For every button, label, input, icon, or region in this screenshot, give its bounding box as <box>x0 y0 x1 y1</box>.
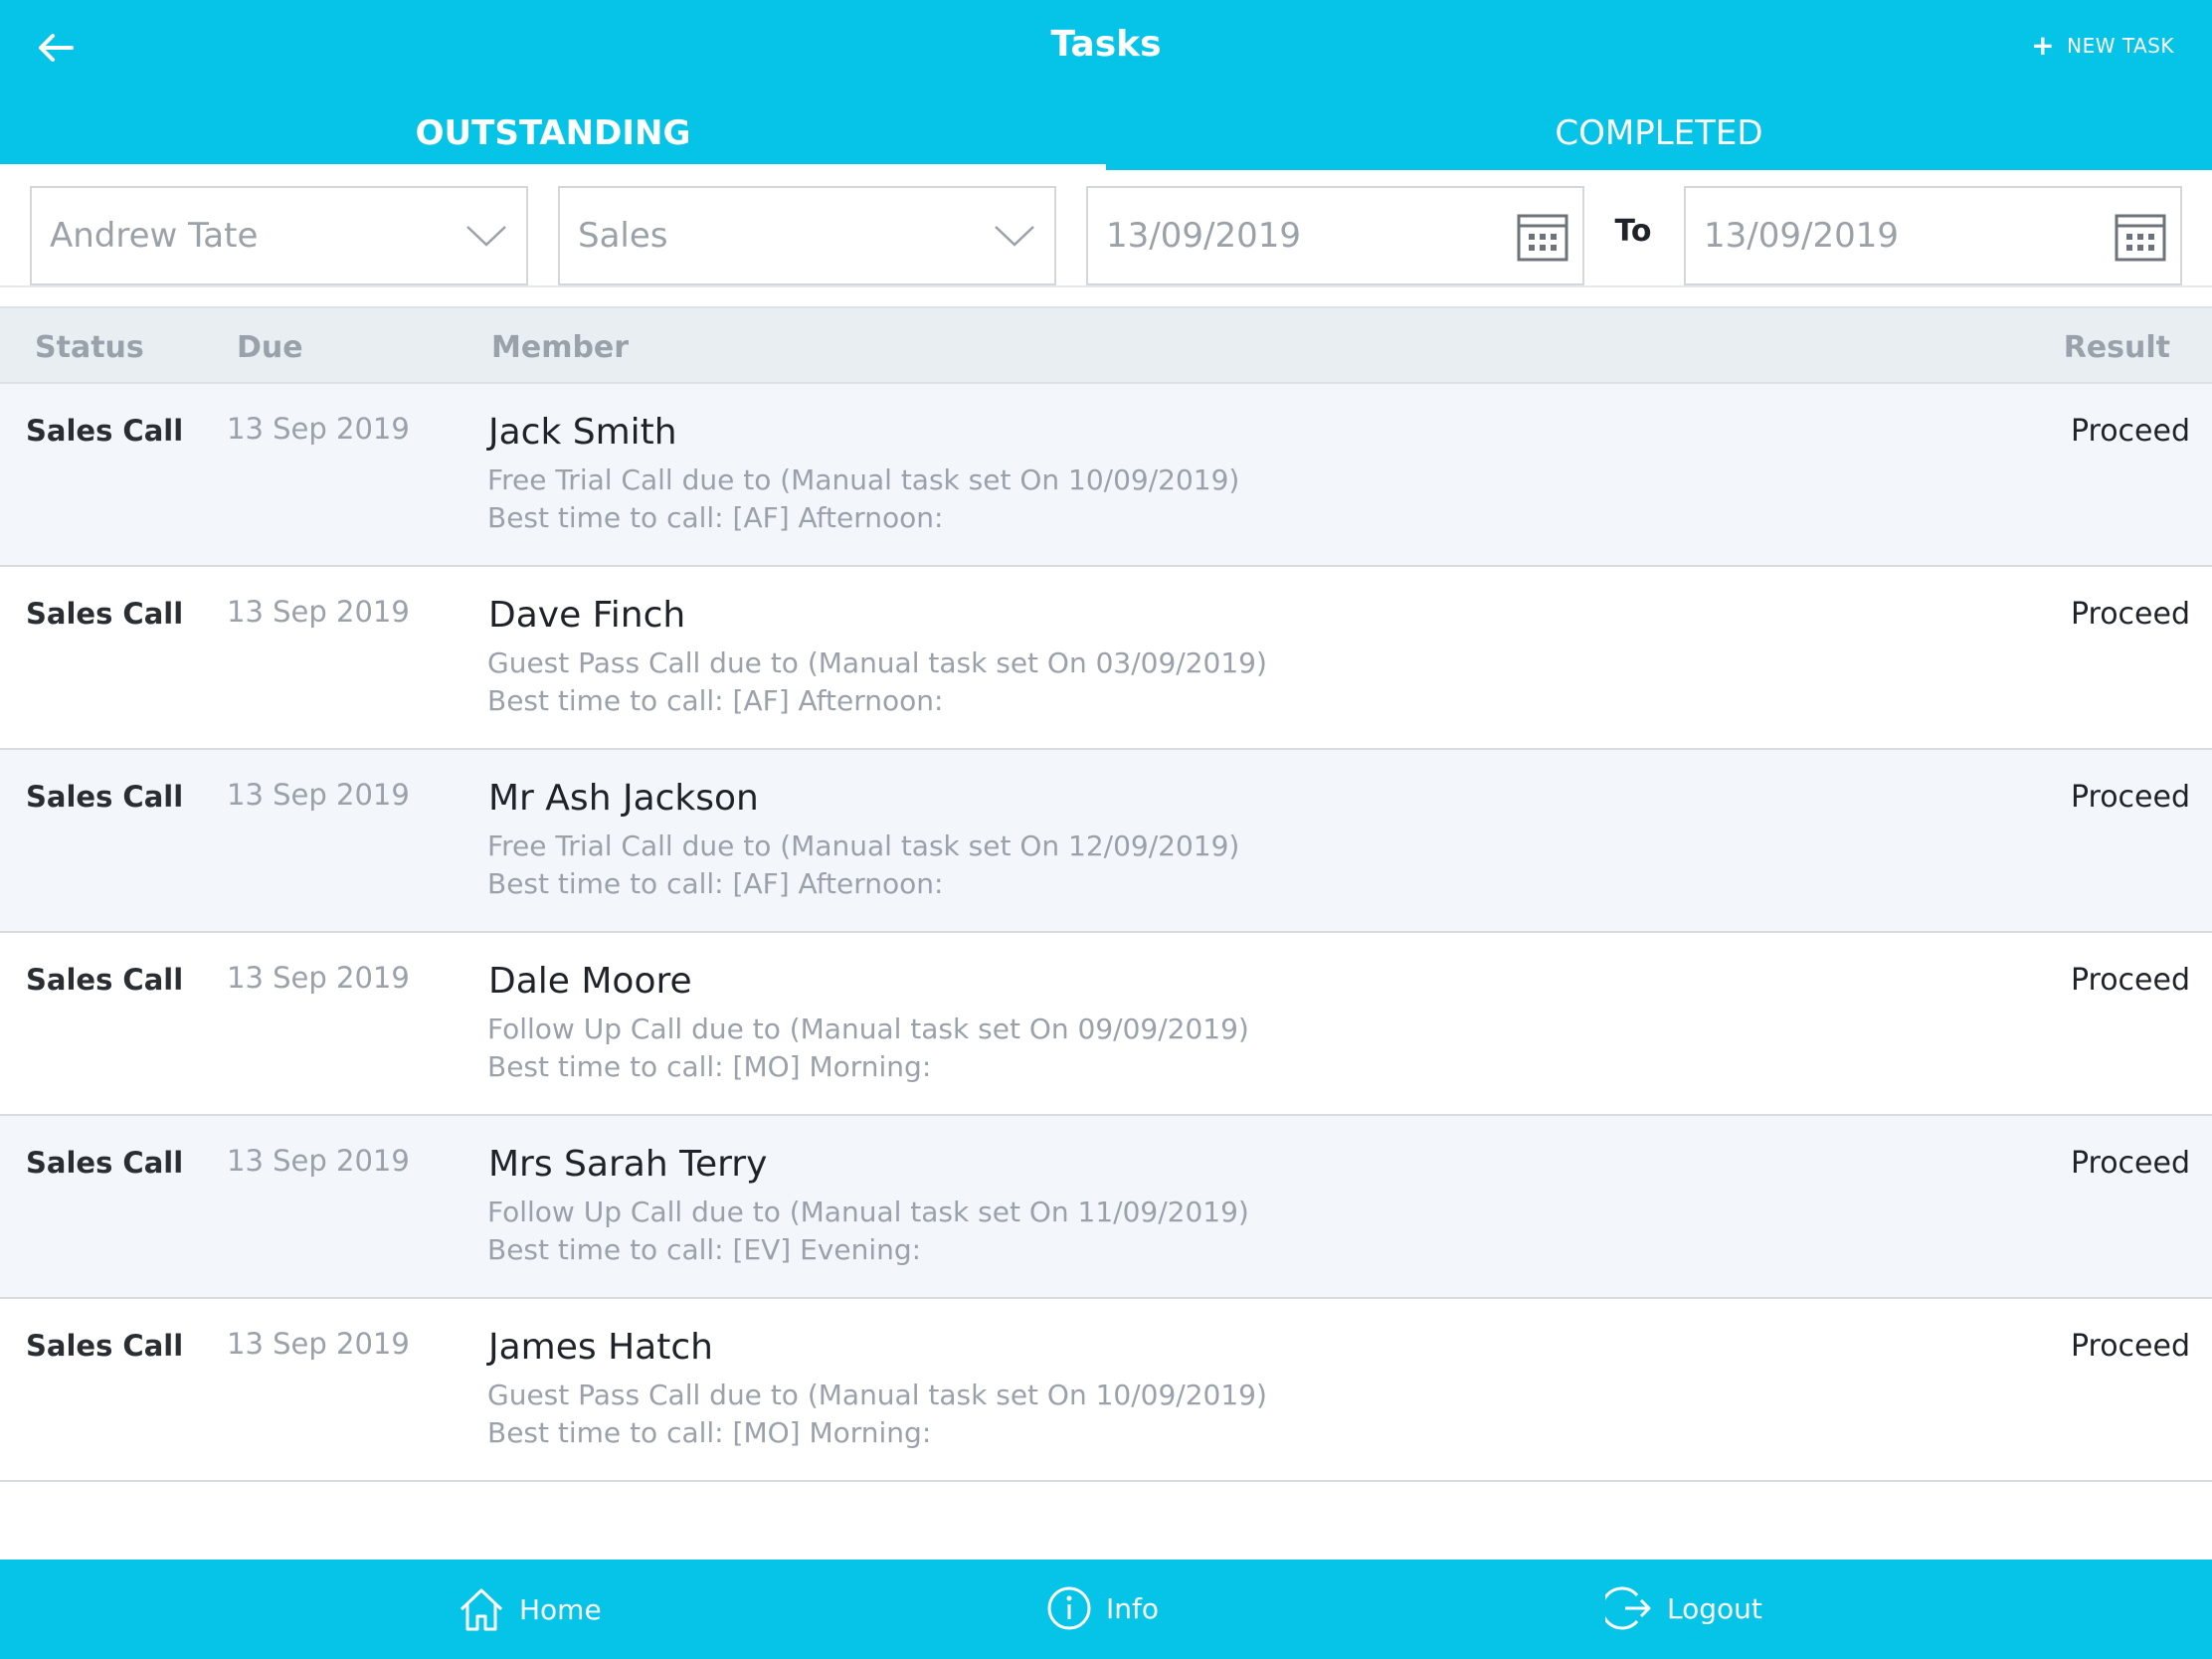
task-list: Sales Call 13 Sep 2019 Jack Smith Free T… <box>0 384 2212 1482</box>
type-select-value: Sales <box>578 216 668 256</box>
column-header-due[interactable]: Due <box>237 330 303 365</box>
task-result: Proceed <box>2070 1329 2190 1364</box>
date-from-value: 13/09/2019 <box>1106 216 1301 256</box>
task-status: Sales Call <box>26 780 184 814</box>
member-name: Dave Finch <box>488 595 686 636</box>
tab-outstanding[interactable]: OUTSTANDING <box>0 107 1106 170</box>
best-time-to-call: Best time to call: [AF] Afternoon: <box>487 867 944 900</box>
task-status: Sales Call <box>26 414 184 448</box>
best-time-to-call: Best time to call: [EV] Evening: <box>487 1233 922 1266</box>
tab-bar: OUTSTANDING COMPLETED <box>0 107 2212 170</box>
task-due-date: 13 Sep 2019 <box>227 961 410 995</box>
logout-icon <box>1605 1586 1651 1630</box>
nav-info-button[interactable]: Info <box>1046 1585 1159 1631</box>
home-icon <box>460 1588 503 1631</box>
nav-logout-label: Logout <box>1667 1591 1762 1625</box>
nav-home-label: Home <box>519 1592 602 1626</box>
table-row[interactable]: Sales Call 13 Sep 2019 Mrs Sarah Terry F… <box>0 1116 2212 1299</box>
task-description: Follow Up Call due to (Manual task set O… <box>487 1196 1249 1228</box>
task-description: Guest Pass Call due to (Manual task set … <box>487 1379 1267 1411</box>
date-to-field[interactable]: 13/09/2019 <box>1684 186 2182 285</box>
tab-completed[interactable]: COMPLETED <box>1106 107 2212 170</box>
task-due-date: 13 Sep 2019 <box>227 1327 410 1361</box>
table-header: Status Due Member Result <box>0 306 2212 384</box>
table-row[interactable]: Sales Call 13 Sep 2019 Jack Smith Free T… <box>0 384 2212 567</box>
member-name: James Hatch <box>488 1327 713 1368</box>
date-to-value: 13/09/2019 <box>1704 216 1899 256</box>
column-header-result[interactable]: Result <box>2064 330 2170 365</box>
app-header: Tasks + NEW TASK OUTSTANDING COMPLETED <box>0 0 2212 170</box>
member-name: Mr Ash Jackson <box>488 778 759 819</box>
calendar-icon[interactable] <box>1517 212 1568 264</box>
best-time-to-call: Best time to call: [MO] Morning: <box>487 1050 932 1083</box>
task-description: Follow Up Call due to (Manual task set O… <box>487 1013 1249 1045</box>
task-description: Free Trial Call due to (Manual task set … <box>487 463 1240 496</box>
table-row[interactable]: Sales Call 13 Sep 2019 James Hatch Guest… <box>0 1299 2212 1482</box>
column-header-status[interactable]: Status <box>35 330 144 365</box>
task-description: Guest Pass Call due to (Manual task set … <box>487 646 1267 679</box>
member-select[interactable]: Andrew Tate <box>30 186 528 285</box>
task-result: Proceed <box>2070 597 2190 632</box>
best-time-to-call: Best time to call: [AF] Afternoon: <box>487 501 944 534</box>
nav-info-label: Info <box>1106 1591 1159 1625</box>
table-row[interactable]: Sales Call 13 Sep 2019 Dale Moore Follow… <box>0 933 2212 1116</box>
chevron-down-icon <box>995 226 1034 247</box>
new-task-button[interactable]: + NEW TASK <box>2031 29 2174 62</box>
task-description: Free Trial Call due to (Manual task set … <box>487 830 1240 862</box>
filter-bar: Andrew Tate Sales 13/09/2019 To 13/09/20… <box>0 170 2212 287</box>
type-select[interactable]: Sales <box>558 186 1056 285</box>
page-title: Tasks <box>1050 24 1162 65</box>
task-result: Proceed <box>2070 963 2190 998</box>
task-due-date: 13 Sep 2019 <box>227 412 410 446</box>
task-status: Sales Call <box>26 597 184 631</box>
task-due-date: 13 Sep 2019 <box>227 595 410 629</box>
date-range-to-label: To <box>1614 214 1652 249</box>
nav-logout-button[interactable]: Logout <box>1605 1585 1762 1631</box>
task-result: Proceed <box>2070 780 2190 815</box>
nav-home-button[interactable]: Home <box>458 1585 602 1633</box>
task-result: Proceed <box>2070 414 2190 449</box>
task-due-date: 13 Sep 2019 <box>227 778 410 812</box>
table-row[interactable]: Sales Call 13 Sep 2019 Mr Ash Jackson Fr… <box>0 750 2212 933</box>
column-header-member[interactable]: Member <box>491 330 629 365</box>
task-status: Sales Call <box>26 1146 184 1180</box>
plus-icon: + <box>2031 29 2056 62</box>
member-name: Jack Smith <box>488 412 677 453</box>
date-from-field[interactable]: 13/09/2019 <box>1086 186 1584 285</box>
new-task-label: NEW TASK <box>2067 34 2174 58</box>
member-name: Dale Moore <box>488 961 692 1002</box>
task-result: Proceed <box>2070 1146 2190 1181</box>
member-select-value: Andrew Tate <box>50 216 259 256</box>
task-status: Sales Call <box>26 1329 184 1363</box>
chevron-down-icon <box>466 226 506 247</box>
task-status: Sales Call <box>26 963 184 997</box>
bottom-nav: Home Info Logout <box>0 1560 2212 1659</box>
best-time-to-call: Best time to call: [MO] Morning: <box>487 1416 932 1449</box>
member-name: Mrs Sarah Terry <box>488 1144 768 1185</box>
info-icon <box>1047 1586 1091 1630</box>
table-row[interactable]: Sales Call 13 Sep 2019 Dave Finch Guest … <box>0 567 2212 750</box>
task-due-date: 13 Sep 2019 <box>227 1144 410 1178</box>
best-time-to-call: Best time to call: [AF] Afternoon: <box>487 684 944 717</box>
calendar-icon[interactable] <box>2115 212 2166 264</box>
